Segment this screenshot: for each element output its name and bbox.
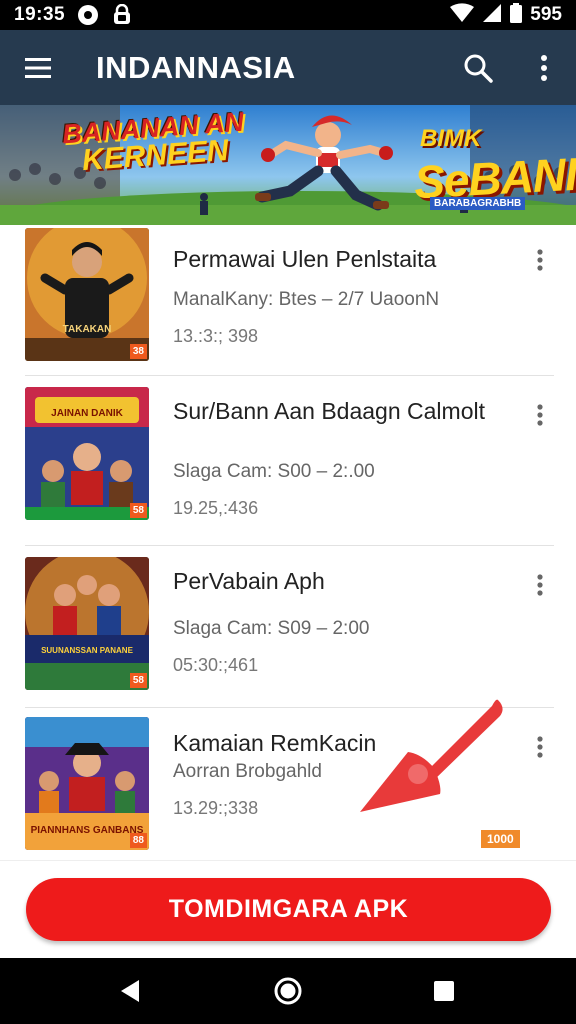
more-vert-icon <box>537 736 543 758</box>
item-options-button[interactable] <box>526 727 554 767</box>
app-name: PerVabain Aph <box>173 568 325 594</box>
thumbnail-art: SUUNANSSAN PANANE <box>25 557 149 690</box>
search-icon <box>464 54 493 83</box>
item-options-button[interactable] <box>526 395 554 435</box>
pointer-arrow-icon <box>350 690 520 820</box>
more-vert-icon <box>541 55 547 81</box>
divider <box>25 545 554 546</box>
more-vert-icon <box>537 404 543 426</box>
app-thumbnail[interactable]: TAKAKAN 38 <box>25 228 149 361</box>
app-bar: INDANNASIA <box>0 30 576 105</box>
thumbnail-art: PIANNHANS GANBANS <box>25 717 149 850</box>
more-options-button[interactable] <box>526 46 562 90</box>
system-nav-bar <box>0 958 576 1024</box>
promo-banner[interactable]: BANANAN AN KERNEEN BIMK SeBANI BARABAGRA… <box>0 105 576 225</box>
app-thumbnail[interactable]: SUUNANSSAN PANANE 58 <box>25 557 149 690</box>
item-options-button[interactable] <box>526 240 554 280</box>
app-meta: 05:30:;461 <box>173 655 259 675</box>
thumbnail-badge: 58 <box>129 673 147 688</box>
signal-icon <box>482 3 502 28</box>
app-subtitle: Aorran Brobgahld <box>173 761 322 782</box>
thumbnail-art: TAKAKAN <box>25 228 149 361</box>
recents-button[interactable] <box>424 971 464 1011</box>
app-subtitle: Slaga Cam: S00 – 2:.00 <box>173 461 375 482</box>
thumbnail-art: JAINAN DANIK <box>25 387 149 520</box>
app-title: INDANNASIA <box>96 49 296 85</box>
more-vert-icon <box>537 574 543 596</box>
back-icon <box>121 980 139 1002</box>
thumbnail-title: JAINAN DANIK <box>51 408 123 419</box>
home-icon <box>274 977 302 1005</box>
app-meta: 13.:3:; 398 <box>173 326 259 346</box>
menu-button[interactable] <box>0 30 76 105</box>
battery-icon <box>510 2 523 28</box>
app-subtitle: Slaga Cam: S09 – 2:00 <box>173 618 370 639</box>
status-bar: 19:35 595 <box>0 0 576 30</box>
item-options-button[interactable] <box>526 565 554 605</box>
back-button[interactable] <box>110 971 150 1011</box>
price-tag: 1000 <box>481 830 520 848</box>
download-bar: TOMDIMGARA APK <box>0 860 576 958</box>
lock-icon <box>111 4 133 26</box>
status-time: 19:35 <box>14 4 66 25</box>
app-name: Sur/Bann Aan Bdaagn Calmolt <box>173 398 485 424</box>
banner-subtitle: BARABAGRABHB <box>430 197 526 210</box>
thumbnail-badge: 58 <box>129 503 147 518</box>
wifi-icon <box>450 2 475 28</box>
download-apk-button[interactable]: TOMDIMGARA APK <box>26 878 551 941</box>
divider <box>25 375 554 376</box>
app-name: Permawai Ulen Penlstaita <box>173 246 437 272</box>
banner-title-right-1: BIMK <box>420 125 482 152</box>
app-thumbnail[interactable]: JAINAN DANIK 58 <box>25 387 149 520</box>
battery-level: 595 <box>530 4 562 25</box>
thumbnail-badge: 38 <box>129 344 147 359</box>
thumbnail-badge: 88 <box>129 833 147 848</box>
search-button[interactable] <box>456 46 500 90</box>
home-button[interactable] <box>268 971 308 1011</box>
recents-icon <box>434 981 454 1001</box>
thumbnail-title: TAKAKAN <box>63 324 112 335</box>
thumbnail-title: SUUNANSSAN PANANE <box>41 646 134 655</box>
app-screen: 19:35 595 INDANNASIA BANANAN AN KERNEEN … <box>0 0 576 1024</box>
app-meta: 19.25,:436 <box>173 498 259 518</box>
app-thumbnail[interactable]: PIANNHANS GANBANS 88 <box>25 717 149 850</box>
thumbnail-title: PIANNHANS GANBANS <box>31 825 144 836</box>
menu-icon <box>25 57 51 78</box>
notification-icon <box>77 4 99 26</box>
app-meta: 13.29:;338 <box>173 798 259 818</box>
more-vert-icon <box>537 249 543 271</box>
app-subtitle: ManalKany: Btes – 2/7 UaoonN <box>173 289 440 310</box>
